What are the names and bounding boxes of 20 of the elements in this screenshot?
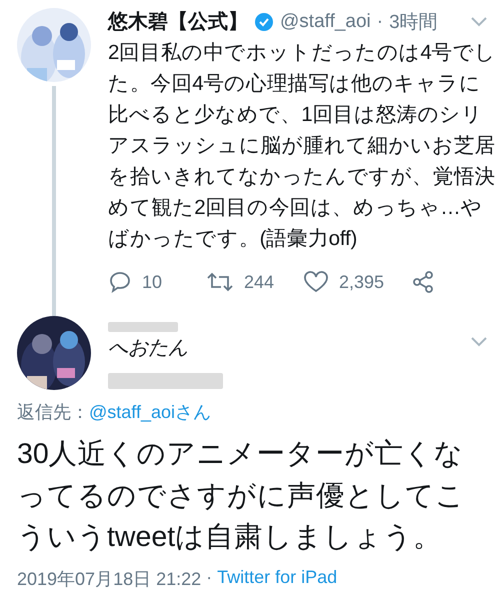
mention-link[interactable]: @staff_aoiさん: [89, 400, 211, 424]
author-name: 悠木碧【公式】: [108, 10, 248, 35]
reply-icon[interactable]: [108, 270, 132, 294]
like-count: 2,395: [339, 272, 384, 292]
separator: ·: [376, 10, 384, 32]
heart-icon[interactable]: [303, 270, 329, 294]
separator: ·: [206, 566, 212, 588]
author-name: へおたん: [108, 336, 188, 361]
source-link[interactable]: Twitter for iPad: [217, 566, 338, 590]
author-handle: @staff_aoi: [280, 10, 371, 32]
redaction-bar: [108, 322, 178, 332]
timestamp: 2019年07月18日 21:22: [17, 568, 202, 590]
reply-to-label: 返信先：: [17, 401, 89, 424]
reply-count: 10: [142, 272, 162, 292]
retweet-count: 244: [244, 272, 274, 292]
tweet-text: 2回目私の中でホットだったのは4号でし た。今回4号の心理描写は他のキャラに 比べると少なめで、1回目は怒涛のシリ アスラッシュに脳が腫れて細かいお芝居 を拾いきれてなかったんですが、覚悟決 めて観た2回目の今回は、めっちゃ…や ばかったです。(語彙力off): [108, 40, 498, 252]
tweet-time: 3時間: [389, 10, 438, 34]
retweet-icon[interactable]: [206, 270, 234, 294]
reply-text: 30人近くのアニメーターが亡くな ってるのでさすがに声優としてこ ういうtweetは自粛しましょう。: [17, 437, 466, 555]
share-icon[interactable]: [411, 270, 435, 294]
